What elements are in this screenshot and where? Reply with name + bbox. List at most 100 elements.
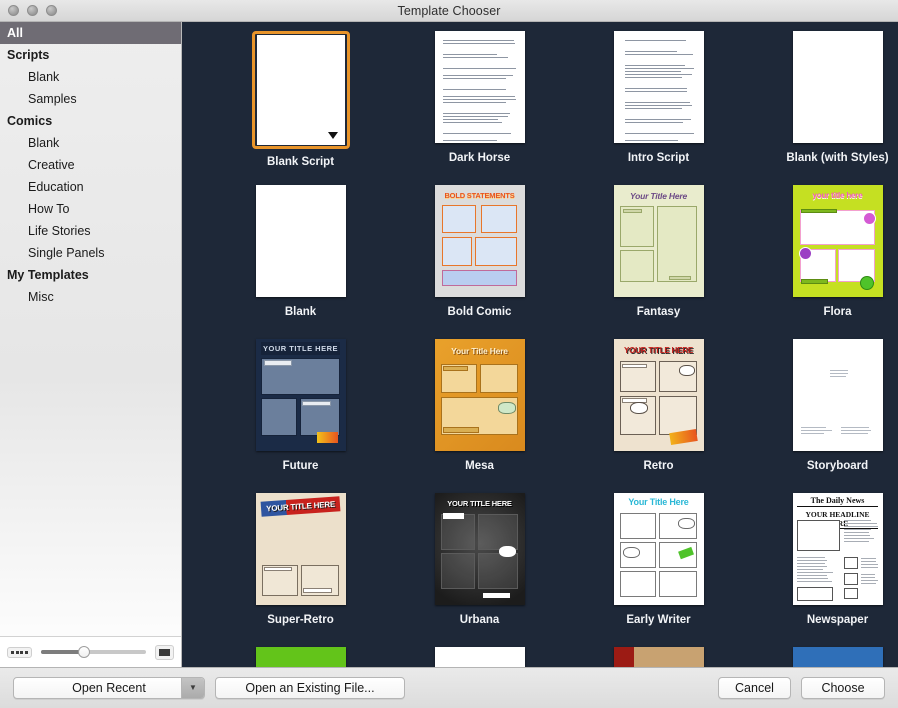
template-label: Super-Retro bbox=[267, 614, 333, 626]
speech-bubble bbox=[630, 402, 648, 414]
template-thumbnail[interactable]: HOW TO GUIDE bbox=[789, 647, 887, 667]
template-thumbnail[interactable] bbox=[431, 31, 529, 145]
template-thumbnail[interactable] bbox=[789, 339, 887, 453]
bottom-toolbar: Open Recent ▼ Open an Existing File... C… bbox=[0, 667, 898, 708]
comic-panel bbox=[659, 571, 697, 597]
template-cell[interactable]: Your Title Here Early Writer bbox=[569, 493, 748, 647]
choose-button[interactable]: Choose bbox=[801, 677, 885, 699]
window-controls bbox=[8, 5, 57, 16]
close-button[interactable] bbox=[8, 5, 19, 16]
template-cell[interactable]: Blank (with Styles) bbox=[748, 31, 898, 185]
sidebar-item-misc[interactable]: Misc bbox=[0, 286, 181, 308]
template-cell[interactable]: Intro Script bbox=[569, 31, 748, 185]
template-thumbnail[interactable]: Your Title Here bbox=[610, 493, 708, 607]
template-cell[interactable]: YOUR TITLE HERE Retro bbox=[569, 339, 748, 493]
template-thumbnail[interactable]: YOUR TITLE HERE bbox=[610, 339, 708, 453]
template-cell[interactable]: The Daily NewsYOUR HEADLINE HERE Newspape… bbox=[748, 493, 898, 647]
template-label: Blank Script bbox=[267, 156, 334, 168]
template-cell[interactable]: Dark Horse bbox=[390, 31, 569, 185]
template-thumbnail[interactable]: Your Title Here bbox=[610, 185, 708, 299]
open-existing-file-button[interactable]: Open an Existing File... bbox=[215, 677, 405, 699]
template-cell[interactable]: your title here Flora bbox=[748, 185, 898, 339]
template-cell[interactable]: Your Title Here Mesa bbox=[390, 339, 569, 493]
caption-box bbox=[264, 360, 293, 366]
sidebar-item-life-stories[interactable]: Life Stories bbox=[0, 220, 181, 242]
template-preview-art bbox=[256, 185, 346, 297]
sidebar-item-single-panels[interactable]: Single Panels bbox=[0, 242, 181, 264]
sidebar-item-creative[interactable]: Creative bbox=[0, 154, 181, 176]
open-recent-label: Open Recent bbox=[72, 678, 146, 698]
window-title: Template Chooser bbox=[0, 4, 898, 18]
text-lines bbox=[801, 427, 833, 440]
template-thumbnail[interactable] bbox=[252, 185, 350, 299]
comic-panel bbox=[844, 588, 858, 599]
sidebar-item-scripts[interactable]: Scripts bbox=[0, 44, 181, 66]
template-thumbnail[interactable]: YOUR TITLE HERE bbox=[252, 493, 350, 607]
comic-panel bbox=[797, 520, 840, 551]
caption-box bbox=[302, 401, 331, 407]
sidebar-item-how-to[interactable]: How To bbox=[0, 198, 181, 220]
sidebar-item-my-templates[interactable]: My Templates bbox=[0, 264, 181, 286]
slider-thumb[interactable] bbox=[78, 646, 90, 658]
template-thumbnail-selected[interactable] bbox=[252, 31, 350, 149]
template-thumbnail[interactable]: Writing Rocks! bbox=[431, 647, 529, 667]
sidebar-item-blank[interactable]: Blank bbox=[0, 66, 181, 88]
template-thumbnail[interactable]: YOUR TITLE HERE bbox=[252, 339, 350, 453]
template-cell[interactable]: YOUR TITLE HERE Urbana bbox=[390, 493, 569, 647]
template-label: Newspaper bbox=[807, 614, 868, 626]
chevron-down-icon[interactable]: ▼ bbox=[181, 678, 204, 698]
caption-box bbox=[443, 513, 465, 519]
template-thumbnail[interactable]: Science Project bbox=[252, 647, 350, 667]
template-thumbnail[interactable]: Your Title Here bbox=[431, 339, 529, 453]
template-preview-art: BOLD STATEMENTS bbox=[435, 185, 525, 297]
speech-bubble bbox=[498, 402, 516, 414]
template-cell[interactable]: Blank Script bbox=[211, 31, 390, 185]
template-thumbnail[interactable]: your title here bbox=[789, 185, 887, 299]
template-thumbnail[interactable] bbox=[610, 31, 708, 145]
template-preview-art: Science Project bbox=[256, 647, 346, 667]
sidebar-item-blank[interactable]: Blank bbox=[0, 132, 181, 154]
sidebar-item-all[interactable]: All bbox=[0, 22, 181, 44]
sidebar-item-label: Life Stories bbox=[28, 224, 91, 238]
open-recent-popup-button[interactable]: Open Recent ▼ bbox=[13, 677, 205, 699]
template-thumbnail[interactable] bbox=[789, 31, 887, 145]
template-thumbnail[interactable]: YOUR TITLE HERE bbox=[431, 493, 529, 607]
template-cell[interactable]: Your Title Here Fantasy bbox=[569, 185, 748, 339]
template-thumbnail[interactable]: The Daily NewsYOUR HEADLINE HERE bbox=[789, 493, 887, 607]
sidebar-item-label: How To bbox=[28, 202, 69, 216]
template-preview-art: Your Title Here bbox=[435, 339, 525, 451]
small-icons-icon[interactable] bbox=[7, 647, 32, 658]
thumbnail-size-controls bbox=[0, 636, 181, 667]
zoom-button[interactable] bbox=[46, 5, 57, 16]
template-cell[interactable]: Red Tan bbox=[569, 647, 748, 667]
cancel-button[interactable]: Cancel bbox=[718, 677, 791, 699]
template-grid-scroll-area[interactable]: Blank Script Dark Horse Intro Script Blank … bbox=[182, 22, 898, 667]
template-label: Intro Script bbox=[628, 152, 689, 164]
template-label: Future bbox=[283, 460, 319, 472]
template-thumbnail[interactable]: BOLD STATEMENTS bbox=[431, 185, 529, 299]
template-cell[interactable]: YOUR TITLE HERE Future bbox=[211, 339, 390, 493]
text-lines bbox=[861, 558, 878, 574]
template-cell[interactable]: YOUR TITLE HERE Super-Retro bbox=[211, 493, 390, 647]
template-options-triangle-icon[interactable] bbox=[328, 132, 338, 139]
template-cell[interactable]: Science ProjectScience Project bbox=[211, 647, 390, 667]
template-cell[interactable]: Blank bbox=[211, 185, 390, 339]
sidebar-item-label: Samples bbox=[28, 92, 77, 106]
window-titlebar: Template Chooser bbox=[0, 0, 898, 22]
template-cell[interactable]: Writing Rocks!Writing Rocks bbox=[390, 647, 569, 667]
large-icons-icon[interactable] bbox=[155, 645, 174, 660]
sidebar-item-samples[interactable]: Samples bbox=[0, 88, 181, 110]
minimize-button[interactable] bbox=[27, 5, 38, 16]
caption-box bbox=[801, 209, 837, 213]
template-cell[interactable]: HOW TO GUIDEHow To Guide bbox=[748, 647, 898, 667]
template-cell[interactable]: BOLD STATEMENTS Bold Comic bbox=[390, 185, 569, 339]
comic-panel bbox=[442, 270, 518, 286]
template-preview-art bbox=[435, 31, 525, 143]
thumbnail-size-slider[interactable] bbox=[41, 650, 147, 654]
sidebar-item-education[interactable]: Education bbox=[0, 176, 181, 198]
template-cell[interactable]: Storyboard bbox=[748, 339, 898, 493]
category-list: All Scripts Blank Samples Comics Blank Creativ… bbox=[0, 22, 181, 636]
template-thumbnail[interactable] bbox=[610, 647, 708, 667]
caption-box bbox=[443, 427, 479, 433]
sidebar-item-comics[interactable]: Comics bbox=[0, 110, 181, 132]
